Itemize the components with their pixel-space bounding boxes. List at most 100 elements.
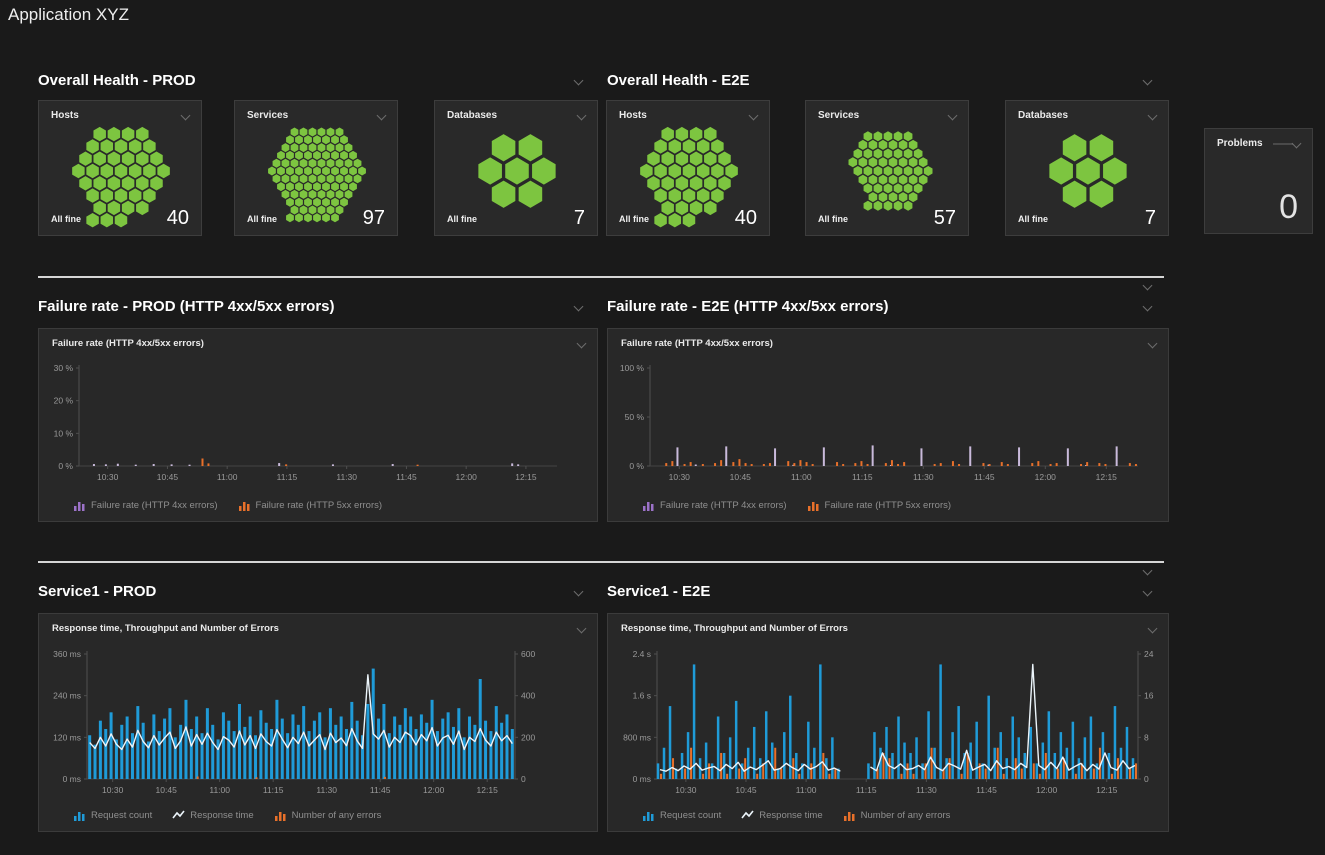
- legend-item[interactable]: Number of any errors: [843, 810, 951, 821]
- legend-label: Failure rate (HTTP 4xx errors): [91, 500, 218, 511]
- svg-text:11:15: 11:15: [856, 785, 877, 795]
- section-header-service1-e2e: Service1 - E2E: [607, 583, 1169, 603]
- chevron-down-icon[interactable]: [574, 76, 584, 86]
- section-title: Failure rate - E2E (HTTP 4xx/5xx errors): [607, 298, 889, 315]
- section-header-service1-prod: Service1 - PROD: [38, 583, 598, 603]
- legend-label: Number of any errors: [861, 810, 951, 821]
- health-tile-services-e2e[interactable]: Services All fine 57: [805, 100, 969, 236]
- svg-text:11:30: 11:30: [336, 472, 357, 482]
- bar-chart-icon: [73, 810, 86, 821]
- bar-chart-icon: [807, 500, 820, 511]
- legend-label: Request count: [660, 810, 721, 821]
- svg-text:12:00: 12:00: [456, 472, 478, 482]
- chevron-down-icon[interactable]: [1143, 281, 1153, 291]
- svg-text:11:30: 11:30: [916, 785, 937, 795]
- count-value: 40: [735, 207, 757, 230]
- health-tile-hosts-e2e[interactable]: Hosts All fine 40: [606, 100, 770, 236]
- chart-tile-failure-prod[interactable]: 30 %20 %10 %0 %10:3010:4511:0011:1511:30…: [38, 328, 598, 522]
- tile-title: Hosts: [51, 110, 79, 121]
- svg-text:240 ms: 240 ms: [53, 691, 81, 701]
- problems-count: 0: [1279, 188, 1298, 227]
- health-tile-hosts-prod[interactable]: Hosts All fine 40: [38, 100, 202, 236]
- chart-tile-failure-e2e[interactable]: 100 %50 %0 %10:3010:4511:0011:1511:3011:…: [607, 328, 1169, 522]
- chart-plot[interactable]: 30 %20 %10 %0 %10:3010:4511:0011:1511:30…: [39, 329, 597, 521]
- svg-text:10:45: 10:45: [157, 472, 179, 482]
- all-fine-label: All fine: [1018, 214, 1048, 224]
- count-value: 7: [574, 207, 585, 230]
- legend-label: Failure rate (HTTP 5xx errors): [256, 500, 383, 511]
- chart-plot[interactable]: 2.4 s1.6 s800 ms0 ms24168010:3010:4511:0…: [608, 614, 1168, 831]
- svg-text:0 %: 0 %: [629, 461, 644, 471]
- section-title: Service1 - E2E: [607, 583, 710, 600]
- tile-title: Databases: [447, 110, 497, 121]
- chevron-down-icon[interactable]: [1143, 76, 1153, 86]
- chevron-down-icon[interactable]: [574, 587, 584, 597]
- svg-text:0 %: 0 %: [58, 461, 73, 471]
- svg-text:11:30: 11:30: [913, 472, 934, 482]
- all-fine-label: All fine: [247, 214, 277, 224]
- bar-chart-icon: [274, 810, 287, 821]
- chevron-down-icon[interactable]: [1143, 566, 1153, 576]
- svg-text:16: 16: [1144, 691, 1154, 701]
- all-fine-label: All fine: [51, 214, 81, 224]
- page-title: Application XYZ: [8, 5, 129, 25]
- legend-item[interactable]: Request count: [73, 810, 152, 821]
- legend-label: Request count: [91, 810, 152, 821]
- problems-trend-dash: [1273, 143, 1293, 145]
- tile-title: Databases: [1018, 110, 1068, 121]
- svg-text:0 ms: 0 ms: [63, 774, 81, 784]
- legend-label: Number of any errors: [292, 810, 382, 821]
- svg-text:200: 200: [521, 732, 535, 742]
- chevron-down-icon[interactable]: [1143, 587, 1153, 597]
- legend-item[interactable]: Request count: [642, 810, 721, 821]
- section-header-failure-prod: Failure rate - PROD (HTTP 4xx/5xx errors…: [38, 298, 598, 318]
- legend-item[interactable]: Failure rate (HTTP 5xx errors): [807, 500, 952, 511]
- chart-tile-service1-prod[interactable]: 360 ms240 ms120 ms0 ms600400200010:3010:…: [38, 613, 598, 832]
- legend-label: Response time: [190, 810, 253, 821]
- legend-item[interactable]: Failure rate (HTTP 5xx errors): [238, 500, 383, 511]
- legend-item[interactable]: Number of any errors: [274, 810, 382, 821]
- legend-label: Failure rate (HTTP 4xx errors): [660, 500, 787, 511]
- svg-text:11:15: 11:15: [263, 785, 284, 795]
- chart-legend: Failure rate (HTTP 4xx errors) Failure ra…: [73, 500, 382, 511]
- chart-legend: Failure rate (HTTP 4xx errors) Failure ra…: [642, 500, 951, 511]
- dashboard: Application XYZ Overall Health - PROD Ov…: [0, 0, 1325, 855]
- health-tile-databases-e2e[interactable]: Databases All fine 7: [1005, 100, 1169, 236]
- row-divider: [38, 561, 1164, 563]
- row-divider: [38, 276, 1164, 278]
- svg-text:20 %: 20 %: [54, 396, 74, 406]
- chevron-down-icon[interactable]: [1292, 139, 1302, 149]
- tile-title: Hosts: [619, 110, 647, 121]
- tile-title: Problems: [1217, 138, 1293, 149]
- bar-chart-icon: [642, 500, 655, 511]
- svg-text:10 %: 10 %: [54, 428, 74, 438]
- svg-text:10:30: 10:30: [97, 472, 119, 482]
- section-title: Overall Health - PROD: [38, 72, 196, 89]
- legend-item[interactable]: Failure rate (HTTP 4xx errors): [642, 500, 787, 511]
- legend-item[interactable]: Response time: [741, 810, 822, 821]
- tile-title: Services: [247, 110, 288, 121]
- all-fine-label: All fine: [447, 214, 477, 224]
- chevron-down-icon[interactable]: [574, 302, 584, 312]
- legend-item[interactable]: Response time: [172, 810, 253, 821]
- svg-text:11:45: 11:45: [396, 472, 417, 482]
- svg-text:10:30: 10:30: [669, 472, 691, 482]
- chart-plot[interactable]: 100 %50 %0 %10:3010:4511:0011:1511:3011:…: [608, 329, 1168, 521]
- svg-text:11:45: 11:45: [976, 785, 997, 795]
- svg-text:11:00: 11:00: [209, 785, 230, 795]
- chart-plot[interactable]: 360 ms240 ms120 ms0 ms600400200010:3010:…: [39, 614, 597, 831]
- svg-text:100 %: 100 %: [620, 363, 645, 373]
- svg-text:0 ms: 0 ms: [633, 774, 651, 784]
- legend-item[interactable]: Failure rate (HTTP 4xx errors): [73, 500, 218, 511]
- chevron-down-icon[interactable]: [1143, 302, 1153, 312]
- svg-text:10:45: 10:45: [156, 785, 178, 795]
- svg-text:12:15: 12:15: [1096, 472, 1118, 482]
- problems-tile[interactable]: Problems 0: [1204, 128, 1313, 234]
- svg-text:400: 400: [521, 691, 535, 701]
- svg-text:8: 8: [1144, 732, 1149, 742]
- svg-text:12:15: 12:15: [477, 785, 499, 795]
- all-fine-label: All fine: [619, 214, 649, 224]
- health-tile-databases-prod[interactable]: Databases All fine 7: [434, 100, 598, 236]
- chart-tile-service1-e2e[interactable]: 2.4 s1.6 s800 ms0 ms24168010:3010:4511:0…: [607, 613, 1169, 832]
- health-tile-services-prod[interactable]: Services All fine 97: [234, 100, 398, 236]
